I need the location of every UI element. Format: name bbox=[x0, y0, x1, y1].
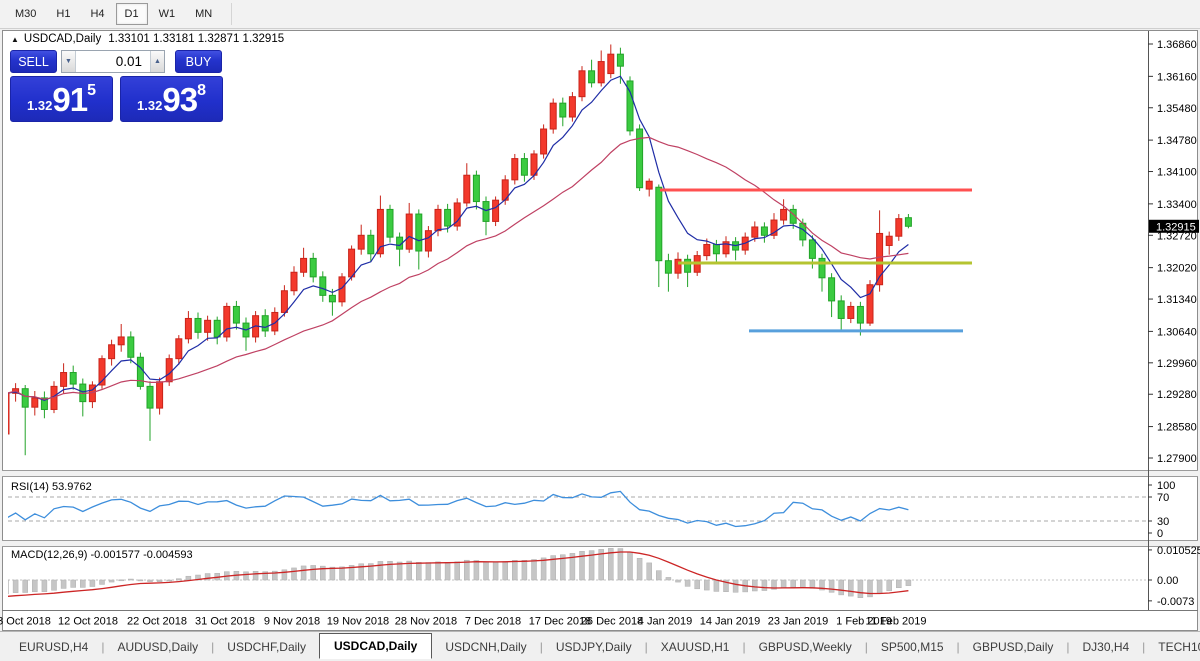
timeframe-button-h4[interactable]: H4 bbox=[81, 3, 113, 25]
ask-prefix: 1.32 bbox=[137, 97, 163, 113]
bid-price-button[interactable]: 1.32 91 5 bbox=[10, 76, 113, 122]
buy-button[interactable]: BUY bbox=[175, 50, 222, 73]
tab-dj30-h4[interactable]: DJ30,H4 bbox=[1069, 635, 1142, 659]
bid-prefix: 1.32 bbox=[27, 97, 53, 113]
chart-collapse-icon[interactable]: ▲ bbox=[11, 35, 19, 44]
toolbar-separator bbox=[231, 3, 233, 25]
tab-tech100-h1[interactable]: TECH100,H1 bbox=[1145, 635, 1200, 659]
tab-usdcad-daily[interactable]: USDCAD,Daily bbox=[318, 632, 433, 659]
tab-xauusd-h1[interactable]: XAUUSD,H1 bbox=[648, 635, 743, 659]
tab-audusd-daily[interactable]: AUDUSD,Daily bbox=[104, 635, 211, 659]
volume-decrease-button[interactable]: ▼ bbox=[62, 51, 76, 72]
rsi-label: RSI(14) 53.9762 bbox=[11, 481, 92, 493]
ask-price-button[interactable]: 1.32 93 8 bbox=[120, 76, 223, 122]
tab-gbpusd-daily[interactable]: GBPUSD,Daily bbox=[960, 635, 1067, 659]
volume-stepper: ▼ 0.01 ▲ bbox=[61, 50, 165, 73]
bid-big-digits: 91 bbox=[52, 80, 88, 118]
ask-big-digits: 93 bbox=[162, 80, 198, 118]
chart-ohlc-values: 1.33101 1.33181 1.32871 1.32915 bbox=[108, 33, 285, 45]
chart-title: ▲ USDCAD,Daily 1.33101 1.33181 1.32871 1… bbox=[11, 33, 284, 45]
tab-gbpusd-weekly[interactable]: GBPUSD,Weekly bbox=[746, 635, 865, 659]
bid-pip-digit: 5 bbox=[87, 82, 96, 99]
tab-usdcnh-daily[interactable]: USDCNH,Daily bbox=[432, 635, 539, 659]
trade-panel: SELL ▼ 0.01 ▲ BUY 1.32 91 5 1.32 93 8 bbox=[10, 50, 226, 122]
timeframe-button-m30[interactable]: M30 bbox=[6, 3, 45, 25]
ask-pip-digit: 8 bbox=[197, 82, 206, 99]
timeframe-button-w1[interactable]: W1 bbox=[150, 3, 185, 25]
tab-usdchf-daily[interactable]: USDCHF,Daily bbox=[214, 635, 319, 659]
tab-sp500-m15[interactable]: SP500,M15 bbox=[868, 635, 957, 659]
symbol-tab-bar: EURUSD,H4 | AUDUSD,Daily | USDCHF,Daily USDCA… bbox=[0, 631, 1200, 661]
volume-input[interactable]: 0.01 bbox=[76, 51, 150, 72]
timeframe-button-h1[interactable]: H1 bbox=[47, 3, 79, 25]
volume-increase-button[interactable]: ▲ bbox=[150, 51, 164, 72]
macd-label: MACD(12,26,9) -0.001577 -0.004593 bbox=[11, 549, 193, 561]
chart-symbol-label: USDCAD,Daily bbox=[23, 33, 102, 45]
tab-usdjpy-daily[interactable]: USDJPY,Daily bbox=[543, 635, 645, 659]
tab-eurusd-h4[interactable]: EURUSD,H4 bbox=[6, 635, 101, 659]
sell-button[interactable]: SELL bbox=[10, 50, 57, 73]
timeframe-button-mn[interactable]: MN bbox=[186, 3, 221, 25]
timeframe-button-d1[interactable]: D1 bbox=[115, 3, 148, 25]
timeframe-toolbar: M30 H1 H4 D1 W1 MN bbox=[0, 0, 1200, 29]
